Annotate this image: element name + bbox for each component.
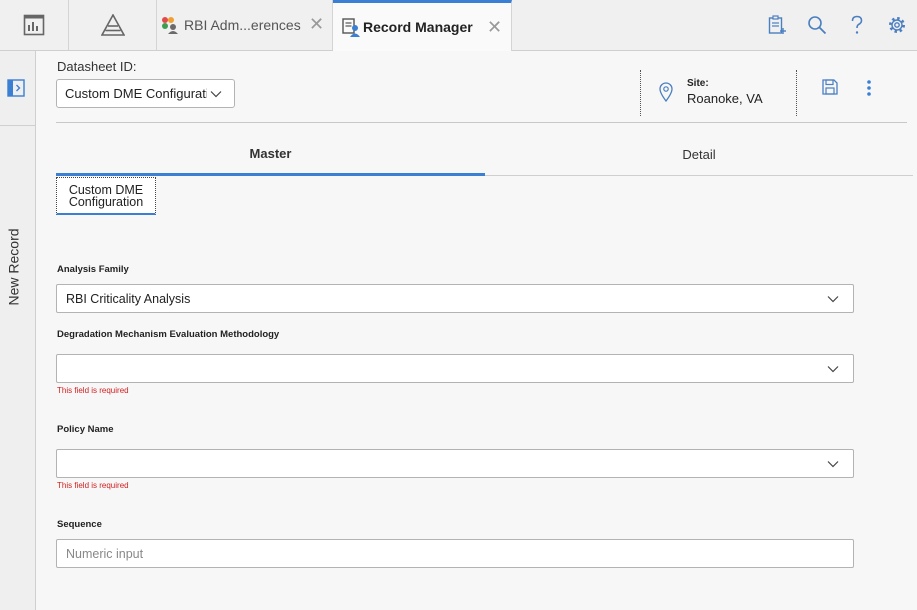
chevron-down-icon (827, 296, 839, 303)
section-tab-line2: Configuration (68, 194, 144, 209)
tab-master[interactable]: Master (56, 134, 485, 176)
site-value: Roanoke, VA (687, 91, 763, 106)
gear-icon (889, 17, 905, 33)
datasheet-label: Datasheet ID: (57, 59, 137, 74)
more-vertical-icon (867, 80, 871, 96)
dme-methodology-select[interactable] (56, 354, 854, 383)
tab-label: RBI Adm...erences (184, 17, 301, 33)
tab-record-manager[interactable]: Record Manager ✕ (333, 0, 512, 51)
help-button[interactable] (837, 0, 877, 50)
analysis-family-value: RBI Criticality Analysis (66, 291, 191, 306)
sequence-label: Sequence (57, 519, 102, 530)
rail-divider (0, 125, 36, 126)
save-icon (822, 79, 838, 95)
record-manager-icon (342, 18, 360, 37)
datasheet-value: Custom DME Configuratic (65, 86, 207, 101)
dashboard-button[interactable] (0, 0, 69, 50)
header-divider (796, 70, 797, 116)
header-rule (56, 122, 907, 123)
dashboard-icon (23, 14, 45, 36)
save-button[interactable] (820, 77, 840, 97)
header-divider (640, 70, 641, 116)
new-record-button[interactable] (757, 0, 797, 50)
hierarchy-icon (100, 14, 125, 36)
policy-name-label: Policy Name (57, 424, 114, 435)
rbi-app-icon (162, 17, 178, 34)
section-tab-line1: Custom DME (68, 182, 144, 197)
settings-button[interactable] (877, 0, 917, 50)
close-tab-icon[interactable]: ✕ (487, 18, 502, 36)
left-rail: New Record (0, 51, 36, 610)
expand-panel-icon (7, 79, 25, 97)
analysis-family-label: Analysis Family (57, 264, 129, 275)
new-record-rail-tab[interactable]: New Record (4, 227, 24, 307)
tab-rbi-admin-preferences[interactable]: RBI Adm...erences ✕ (157, 0, 333, 50)
dme-methodology-label: Degradation Mechanism Evaluation Methodo… (57, 329, 280, 340)
site-label: Site: (687, 78, 709, 89)
expand-panel-button[interactable] (7, 79, 25, 97)
policy-name-error: This field is required (57, 481, 129, 490)
sequence-input[interactable] (56, 539, 854, 568)
help-icon (851, 15, 863, 34)
datasheet-select[interactable]: Custom DME Configuratic (56, 79, 235, 108)
clipboard-add-icon (768, 15, 786, 34)
chevron-down-icon (827, 366, 839, 373)
toolbar-icons (757, 0, 917, 50)
chevron-down-icon (827, 461, 839, 468)
asset-hierarchy-button[interactable] (69, 0, 157, 50)
tab-label: Record Manager (363, 19, 473, 35)
chevron-down-icon (210, 91, 222, 98)
tab-detail[interactable]: Detail (485, 134, 913, 176)
search-icon (808, 16, 827, 35)
close-tab-icon[interactable]: ✕ (309, 15, 324, 33)
dme-methodology-error: This field is required (57, 386, 129, 395)
policy-name-select[interactable] (56, 449, 854, 478)
more-options-button[interactable] (860, 77, 878, 99)
top-bar: RBI Adm...erences ✕ Record Manager ✕ (0, 0, 917, 51)
section-tab-custom-dme-configuration[interactable]: Custom DME Configuration (56, 177, 156, 215)
search-button[interactable] (797, 0, 837, 50)
analysis-family-select[interactable]: RBI Criticality Analysis (56, 284, 854, 313)
location-pin-icon (659, 82, 673, 102)
rail-label: New Record (6, 228, 22, 306)
